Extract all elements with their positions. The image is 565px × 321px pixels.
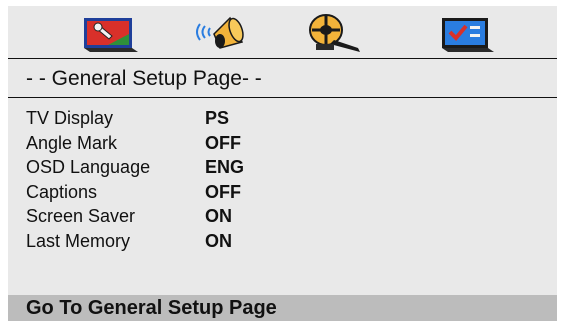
status-text: Go To General Setup Page (26, 297, 277, 319)
setup-menu-screen: - - General Setup Page- - TV Display PS … (8, 6, 557, 321)
setting-value: OFF (205, 181, 241, 202)
setting-value: ON (205, 230, 232, 251)
setting-tv-display[interactable]: TV Display PS (26, 108, 506, 133)
setting-value: OFF (205, 132, 241, 153)
menu-icon-bar (8, 6, 557, 58)
setting-captions[interactable]: Captions OFF (26, 182, 506, 207)
setting-label: Last Memory (26, 230, 131, 251)
settings-list: TV Display PS Angle Mark OFF OSD Languag… (26, 108, 506, 255)
setting-label: Angle Mark (26, 132, 118, 153)
setting-label: Screen Saver (26, 206, 136, 226)
setting-label: OSD Language (26, 157, 151, 177)
video-reel-icon[interactable] (300, 12, 364, 54)
status-bar: Go To General Setup Page (8, 295, 557, 321)
setting-value: PS (205, 108, 230, 128)
setting-angle-mark[interactable]: Angle Mark OFF (26, 133, 506, 158)
setting-screen-saver[interactable]: Screen Saver ON (26, 206, 506, 231)
setting-value: ON (205, 206, 232, 226)
setting-value: ENG (205, 157, 245, 177)
page-title-bar: - - General Setup Page- - (8, 58, 557, 98)
setting-last-memory[interactable]: Last Memory ON (26, 231, 506, 256)
audio-speaker-icon[interactable] (190, 12, 254, 54)
setting-label: Captions (26, 181, 98, 202)
preference-checklist-icon[interactable] (434, 12, 498, 54)
page-title: - - General Setup Page- - (26, 67, 262, 90)
setting-osd-language[interactable]: OSD Language ENG (26, 157, 506, 182)
general-setup-icon[interactable] (78, 12, 142, 54)
setting-label: TV Display (26, 108, 114, 128)
